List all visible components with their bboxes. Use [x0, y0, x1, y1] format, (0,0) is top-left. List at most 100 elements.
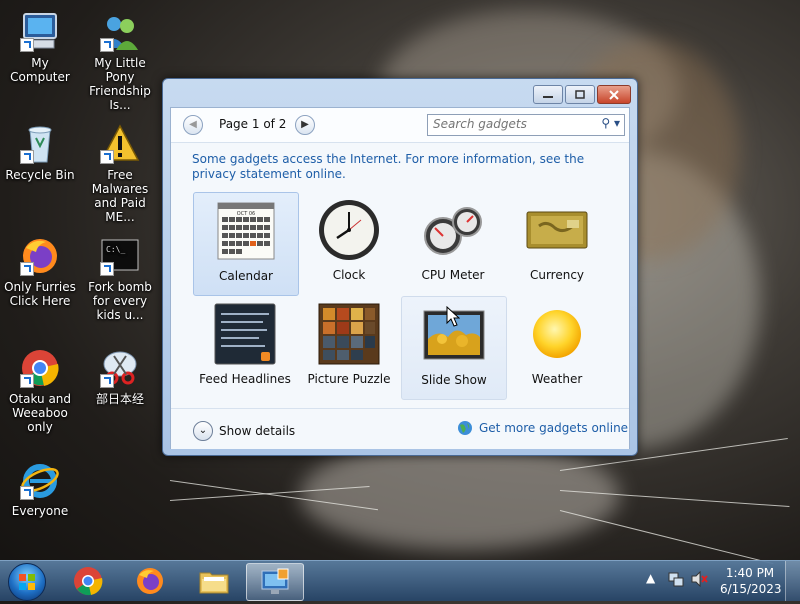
page-indicator: Page 1 of 2 — [219, 117, 287, 131]
firefox-icon — [137, 568, 163, 594]
desktop-icon-free-malwares[interactable]: Free Malwares and Paid ME... — [80, 124, 160, 224]
next-page-button[interactable]: ▶ — [295, 115, 315, 135]
desktop-icon-my-computer[interactable]: My Computer — [0, 12, 80, 84]
system-clock[interactable]: 1:40 PM 6/15/2023 — [720, 565, 782, 597]
network-icon — [668, 572, 684, 587]
shortcut-arrow-icon — [20, 262, 34, 276]
wallpaper-whisker — [559, 510, 774, 565]
gadget-picture-puzzle[interactable]: Picture Puzzle — [297, 296, 401, 398]
start-button[interactable] — [8, 563, 46, 601]
svg-text:C:\_: C:\_ — [106, 245, 125, 254]
calendar-month-text: OCT 06 — [237, 211, 255, 217]
shortcut-arrow-icon — [100, 374, 114, 388]
close-button[interactable] — [597, 85, 631, 104]
file-explorer-icon — [199, 572, 229, 594]
desktop-icon-otaku[interactable]: Otaku and Weeaboo only — [0, 348, 80, 434]
gadget-label: CPU Meter — [421, 268, 485, 282]
shortcut-arrow-icon — [20, 150, 34, 164]
wallpaper-chin — [300, 440, 620, 550]
desktop-icon-label: Only Furries Click Here — [4, 280, 76, 308]
show-details-button[interactable]: ⌄ Show details — [193, 421, 295, 441]
desktop-icon-label: Otaku and Weeaboo only — [8, 392, 72, 434]
speaker-muted-icon — [691, 570, 708, 588]
shortcut-arrow-icon — [20, 374, 34, 388]
calendar-icon: OCT 06 — [214, 199, 278, 263]
gadgets-toolbar: ◀ Page 1 of 2 ▶ ⚲ ▾ — [171, 108, 629, 143]
shortcut-arrow-icon — [20, 38, 34, 52]
gadgets-window: ◀ Page 1 of 2 ▶ ⚲ ▾ Some gadgets access … — [162, 78, 638, 456]
close-icon — [609, 89, 619, 100]
chevron-down-icon: ⌄ — [193, 421, 213, 441]
shortcut-arrow-icon — [20, 486, 34, 500]
clock-time: 1:40 PM — [725, 566, 775, 580]
gadget-label: Picture Puzzle — [307, 372, 391, 386]
gadget-clock[interactable]: Clock — [297, 192, 401, 294]
desktop-icon-label: Everyone — [11, 504, 69, 518]
taskbar-gadgets-button[interactable] — [246, 563, 304, 601]
feed-headlines-icon — [213, 302, 277, 366]
taskbar: ▲ 1:40 PM 6/15/2023 — [0, 560, 800, 601]
desktop-icon-label: 部日本经 — [95, 392, 144, 406]
gadget-currency[interactable]: Currency — [505, 192, 609, 294]
gadget-cpu-meter[interactable]: CPU Meter — [401, 192, 505, 294]
gadget-label: Feed Headlines — [199, 372, 291, 386]
shortcut-arrow-icon — [100, 262, 114, 276]
picture-puzzle-icon — [317, 302, 381, 366]
windows-logo-icon — [19, 574, 35, 590]
get-more-gadgets-link[interactable]: Get more gadgets online — [457, 420, 628, 436]
gadget-calendar[interactable]: OCT 06 Calendar — [193, 192, 299, 296]
gadget-feed-headlines[interactable]: Feed Headlines — [193, 296, 297, 398]
taskbar-chrome-button[interactable] — [60, 563, 116, 599]
desktop-icon-label: My Little Pony Friendship Is... — [89, 56, 151, 112]
window-controls — [533, 85, 631, 104]
internet-explorer-icon — [20, 460, 60, 500]
gadgets-footer: ⌄ Show details Get more gadgets online — [171, 408, 629, 449]
gadget-label: Weather — [531, 372, 583, 386]
get-more-gadgets-label: Get more gadgets online — [479, 421, 629, 435]
recycle-bin-icon — [20, 124, 60, 164]
weather-icon — [525, 302, 589, 366]
previous-page-button[interactable]: ◀ — [183, 115, 203, 135]
mouse-pointer-icon — [446, 306, 460, 327]
users-icon — [100, 12, 140, 52]
minimize-icon — [543, 95, 553, 98]
desktop-icon-fork-bomb[interactable]: C:\_ Fork bomb for every kids u... — [80, 236, 160, 322]
command-prompt-icon: C:\_ — [100, 236, 140, 276]
chrome-icon — [74, 567, 103, 596]
search-icon[interactable]: ⚲ ▾ — [601, 116, 620, 130]
gadget-label: Currency — [529, 268, 585, 282]
gadget-label: Calendar — [219, 269, 273, 283]
currency-icon — [525, 198, 589, 262]
gadget-weather[interactable]: Weather — [505, 296, 609, 398]
desktop-icon-my-little-pony[interactable]: My Little Pony Friendship Is... — [80, 12, 160, 112]
gadget-label: Clock — [332, 268, 366, 282]
show-desktop-button[interactable] — [785, 561, 800, 601]
shortcut-arrow-icon — [100, 38, 114, 52]
gadget-label: Slide Show — [421, 373, 487, 387]
search-input[interactable] — [428, 115, 583, 133]
warning-icon — [100, 124, 140, 164]
maximize-icon — [575, 89, 585, 99]
desktop-icon-recycle-bin[interactable]: Recycle Bin — [0, 124, 80, 182]
shortcut-arrow-icon — [100, 150, 114, 164]
maximize-button[interactable] — [565, 85, 595, 104]
desktop-icon-label: My Computer — [10, 56, 70, 84]
internet-info-link[interactable]: Some gadgets access the Internet. For mo… — [192, 152, 612, 182]
snipping-tool-icon — [100, 348, 140, 388]
desktop-icon-everyone[interactable]: Everyone — [0, 460, 80, 518]
taskbar-firefox-button[interactable] — [122, 563, 178, 599]
desktop-icon-label: Free Malwares and Paid ME... — [91, 168, 149, 224]
gadgets-client-area: ◀ Page 1 of 2 ▶ ⚲ ▾ Some gadgets access … — [170, 107, 630, 449]
desktop-icon-label: Recycle Bin — [5, 168, 75, 182]
arrow-right-icon: ▶ — [301, 119, 309, 130]
search-box[interactable]: ⚲ ▾ — [427, 114, 625, 136]
taskbar-explorer-button[interactable] — [186, 563, 242, 599]
computer-icon — [20, 12, 60, 52]
arrow-left-icon: ◀ — [189, 119, 197, 130]
cpu-meter-icon — [421, 198, 485, 262]
desktop-icon-japanese[interactable]: 部日本经 — [80, 348, 160, 406]
show-details-label: Show details — [219, 424, 296, 438]
desktop-icon-only-furries[interactable]: Only Furries Click Here — [0, 236, 80, 308]
minimize-button[interactable] — [533, 85, 563, 104]
clock-icon — [317, 198, 381, 262]
